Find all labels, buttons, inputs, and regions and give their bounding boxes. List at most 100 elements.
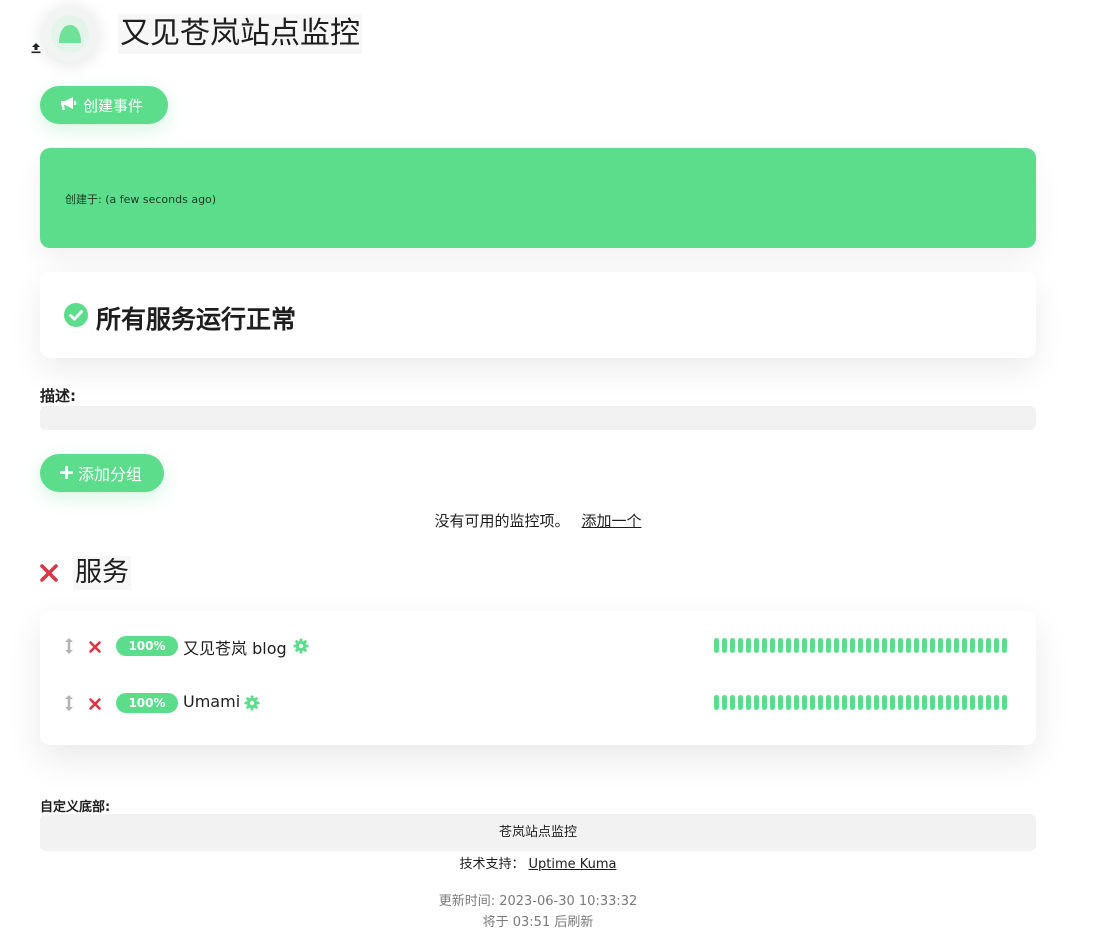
heartbeat-beat[interactable]	[962, 695, 967, 710]
gear-icon[interactable]	[293, 638, 309, 654]
add-monitor-link[interactable]: 添加一个	[582, 512, 642, 530]
heartbeat-beat[interactable]	[738, 638, 743, 653]
heartbeat-beat[interactable]	[866, 695, 871, 710]
upload-icon[interactable]	[30, 39, 42, 54]
heartbeat-beat[interactable]	[802, 638, 807, 653]
heartbeat-beat[interactable]	[722, 638, 727, 653]
heartbeat-beat[interactable]	[834, 638, 839, 653]
heartbeat-beat[interactable]	[738, 695, 743, 710]
heartbeat-bar	[714, 638, 1007, 653]
heartbeat-beat[interactable]	[818, 695, 823, 710]
heartbeat-beat[interactable]	[946, 695, 951, 710]
heartbeat-beat[interactable]	[762, 695, 767, 710]
remove-monitor-icon[interactable]	[88, 639, 102, 653]
heartbeat-beat[interactable]	[882, 695, 887, 710]
site-logo[interactable]	[42, 6, 98, 62]
heartbeat-beat[interactable]	[770, 638, 775, 653]
heartbeat-beat[interactable]	[762, 638, 767, 653]
heartbeat-beat[interactable]	[818, 638, 823, 653]
heartbeat-beat[interactable]	[914, 638, 919, 653]
group-title[interactable]: 服务	[73, 556, 131, 590]
heartbeat-beat[interactable]	[906, 638, 911, 653]
heartbeat-beat[interactable]	[890, 638, 895, 653]
heartbeat-beat[interactable]	[890, 695, 895, 710]
heartbeat-beat[interactable]	[730, 638, 735, 653]
heartbeat-beat[interactable]	[794, 638, 799, 653]
heartbeat-beat[interactable]	[994, 695, 999, 710]
heartbeat-beat[interactable]	[978, 695, 983, 710]
heartbeat-beat[interactable]	[954, 695, 959, 710]
drag-handle-icon[interactable]	[64, 637, 74, 655]
heartbeat-beat[interactable]	[946, 638, 951, 653]
heartbeat-beat[interactable]	[810, 695, 815, 710]
no-monitor-message: 没有可用的监控项。 添加一个	[0, 510, 1076, 531]
heartbeat-beat[interactable]	[850, 695, 855, 710]
remove-group-icon[interactable]	[38, 562, 60, 584]
drag-handle-icon[interactable]	[64, 694, 74, 712]
plus-icon	[60, 464, 73, 483]
heartbeat-beat[interactable]	[746, 638, 751, 653]
heartbeat-beat[interactable]	[970, 638, 975, 653]
heartbeat-beat[interactable]	[754, 695, 759, 710]
heartbeat-beat[interactable]	[802, 695, 807, 710]
heartbeat-beat[interactable]	[842, 638, 847, 653]
heartbeat-beat[interactable]	[850, 638, 855, 653]
heartbeat-beat[interactable]	[778, 695, 783, 710]
heartbeat-beat[interactable]	[778, 638, 783, 653]
overall-status-text: 所有服务运行正常	[96, 305, 297, 334]
incident-banner: 创建于: (a few seconds ago)	[40, 148, 1036, 248]
heartbeat-beat[interactable]	[1002, 638, 1007, 653]
monitor-name: Umami	[183, 692, 241, 711]
heartbeat-beat[interactable]	[914, 695, 919, 710]
heartbeat-beat[interactable]	[754, 638, 759, 653]
heartbeat-beat[interactable]	[834, 695, 839, 710]
heartbeat-beat[interactable]	[874, 638, 879, 653]
heartbeat-beat[interactable]	[1002, 695, 1007, 710]
heartbeat-beat[interactable]	[794, 695, 799, 710]
check-circle-icon	[64, 303, 88, 327]
heartbeat-beat[interactable]	[826, 695, 831, 710]
heartbeat-beat[interactable]	[874, 695, 879, 710]
heartbeat-beat[interactable]	[746, 695, 751, 710]
remove-monitor-icon[interactable]	[88, 696, 102, 710]
heartbeat-beat[interactable]	[714, 638, 719, 653]
heartbeat-beat[interactable]	[970, 695, 975, 710]
heartbeat-beat[interactable]	[986, 638, 991, 653]
heartbeat-beat[interactable]	[842, 695, 847, 710]
heartbeat-beat[interactable]	[938, 638, 943, 653]
heartbeat-beat[interactable]	[810, 638, 815, 653]
heartbeat-beat[interactable]	[786, 695, 791, 710]
heartbeat-beat[interactable]	[826, 638, 831, 653]
heartbeat-beat[interactable]	[714, 695, 719, 710]
heartbeat-beat[interactable]	[786, 638, 791, 653]
heartbeat-beat[interactable]	[986, 695, 991, 710]
heartbeat-beat[interactable]	[962, 638, 967, 653]
heartbeat-beat[interactable]	[858, 695, 863, 710]
heartbeat-beat[interactable]	[994, 638, 999, 653]
heartbeat-beat[interactable]	[930, 695, 935, 710]
heartbeat-beat[interactable]	[730, 695, 735, 710]
heartbeat-beat[interactable]	[898, 638, 903, 653]
heartbeat-beat[interactable]	[938, 695, 943, 710]
heartbeat-beat[interactable]	[866, 638, 871, 653]
heartbeat-beat[interactable]	[922, 695, 927, 710]
heartbeat-beat[interactable]	[954, 638, 959, 653]
uptime-kuma-logo-icon	[51, 15, 89, 53]
uptime-kuma-link[interactable]: Uptime Kuma	[528, 857, 616, 872]
heartbeat-beat[interactable]	[882, 638, 887, 653]
heartbeat-beat[interactable]	[722, 695, 727, 710]
heartbeat-beat[interactable]	[922, 638, 927, 653]
create-incident-button[interactable]: 创建事件	[40, 86, 168, 124]
description-input[interactable]	[40, 406, 1036, 430]
last-updated-text: 更新时间: 2023-06-30 10:33:32	[438, 894, 638, 909]
heartbeat-beat[interactable]	[770, 695, 775, 710]
heartbeat-beat[interactable]	[930, 638, 935, 653]
heartbeat-beat[interactable]	[978, 638, 983, 653]
gear-icon[interactable]	[244, 695, 260, 711]
heartbeat-beat[interactable]	[898, 695, 903, 710]
custom-footer-input[interactable]: 苍岚站点监控	[40, 814, 1036, 851]
add-group-button[interactable]: 添加分组	[40, 454, 164, 492]
page-title[interactable]: 又见苍岚站点监控	[118, 14, 362, 54]
heartbeat-beat[interactable]	[858, 638, 863, 653]
heartbeat-beat[interactable]	[906, 695, 911, 710]
